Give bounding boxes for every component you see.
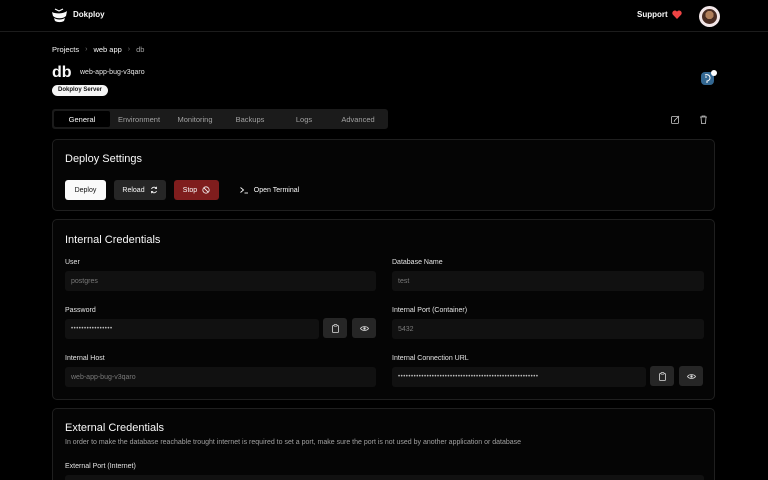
edit-button[interactable] — [668, 112, 682, 126]
tab-list: General Environment Monitoring Backups L… — [52, 109, 388, 129]
delete-button[interactable] — [696, 112, 710, 126]
tab-monitoring[interactable]: Monitoring — [168, 111, 222, 127]
user-avatar[interactable] — [699, 6, 720, 27]
user-field[interactable]: postgres — [65, 271, 376, 291]
deploy-label: Deploy — [74, 186, 97, 194]
reload-label: Reload — [122, 186, 145, 194]
support-link[interactable]: Support — [637, 10, 682, 19]
internal-url-field[interactable]: ••••••••••••••••••••••••••••••••••••••••… — [392, 367, 646, 387]
tab-backups[interactable]: Backups — [222, 111, 278, 127]
refresh-icon — [150, 186, 157, 194]
internal-host-label: Internal Host — [65, 355, 105, 362]
deploy-settings-title: Deploy Settings — [65, 153, 143, 165]
internal-port-field[interactable]: 5432 — [392, 319, 704, 339]
stop-label: Stop — [182, 186, 198, 194]
eye-icon — [686, 373, 696, 379]
tab-environment[interactable]: Environment — [110, 111, 168, 127]
internal-port-label: Internal Port (Container) — [392, 307, 468, 314]
external-port-field[interactable] — [65, 475, 704, 480]
breadcrumb-project[interactable]: web app — [93, 45, 121, 54]
reload-button[interactable]: Reload — [114, 180, 166, 200]
database-name-label: Database Name — [392, 259, 443, 266]
terminal-icon — [240, 187, 248, 194]
password-field[interactable]: •••••••••••••••• — [65, 319, 319, 339]
breadcrumb: Projects › web app › db — [52, 45, 144, 54]
deploy-button[interactable]: Deploy — [65, 180, 106, 200]
external-port-label: External Port (Internet) — [65, 463, 136, 470]
internal-credentials-card: Internal Credentials User postgres Datab… — [52, 219, 715, 400]
chevron-right-icon: › — [127, 46, 131, 53]
internal-host-field[interactable]: web-app-bug-v3qaro — [65, 367, 376, 387]
support-label: Support — [637, 10, 668, 19]
clipboard-icon — [658, 371, 666, 381]
dokploy-logo-icon[interactable] — [51, 8, 68, 23]
open-terminal-button[interactable]: Open Terminal — [229, 180, 309, 200]
tab-logs[interactable]: Logs — [278, 111, 330, 127]
heart-icon — [671, 10, 682, 19]
tab-advanced[interactable]: Advanced — [330, 111, 386, 127]
password-label: Password — [65, 307, 96, 314]
avatar-image — [702, 9, 717, 24]
tab-general[interactable]: General — [54, 111, 110, 127]
toggle-url-button[interactable] — [679, 366, 703, 386]
ban-icon — [202, 186, 210, 194]
database-name-field[interactable]: test — [392, 271, 704, 291]
eye-icon — [359, 325, 369, 331]
external-credentials-description: In order to make the database reachable … — [65, 439, 522, 446]
trash-icon — [699, 115, 707, 124]
top-bar: Dokploy Support — [0, 0, 768, 32]
toggle-password-button[interactable] — [352, 318, 376, 338]
copy-url-button[interactable] — [650, 366, 674, 386]
breadcrumb-projects[interactable]: Projects — [52, 45, 79, 54]
brand-name[interactable]: Dokploy — [73, 10, 105, 19]
status-indicator — [711, 70, 717, 76]
deploy-settings-card: Deploy Settings Deploy Reload Stop Open … — [52, 139, 715, 211]
server-badge: Dokploy Server — [52, 85, 109, 96]
open-terminal-label: Open Terminal — [253, 186, 300, 194]
app-name: web-app-bug-v3qaro — [80, 69, 145, 76]
user-label: User — [65, 259, 80, 266]
chevron-right-icon: › — [85, 46, 88, 53]
external-credentials-title: External Credentials — [65, 422, 165, 434]
breadcrumb-service: db — [136, 45, 145, 54]
clipboard-icon — [331, 323, 339, 333]
edit-icon — [670, 115, 679, 124]
page-title: db — [52, 64, 72, 81]
external-credentials-card: External Credentials In order to make th… — [52, 408, 715, 480]
internal-credentials-title: Internal Credentials — [65, 234, 161, 246]
internal-url-label: Internal Connection URL — [392, 355, 469, 362]
copy-password-button[interactable] — [323, 318, 347, 338]
stop-button[interactable]: Stop — [174, 180, 219, 200]
